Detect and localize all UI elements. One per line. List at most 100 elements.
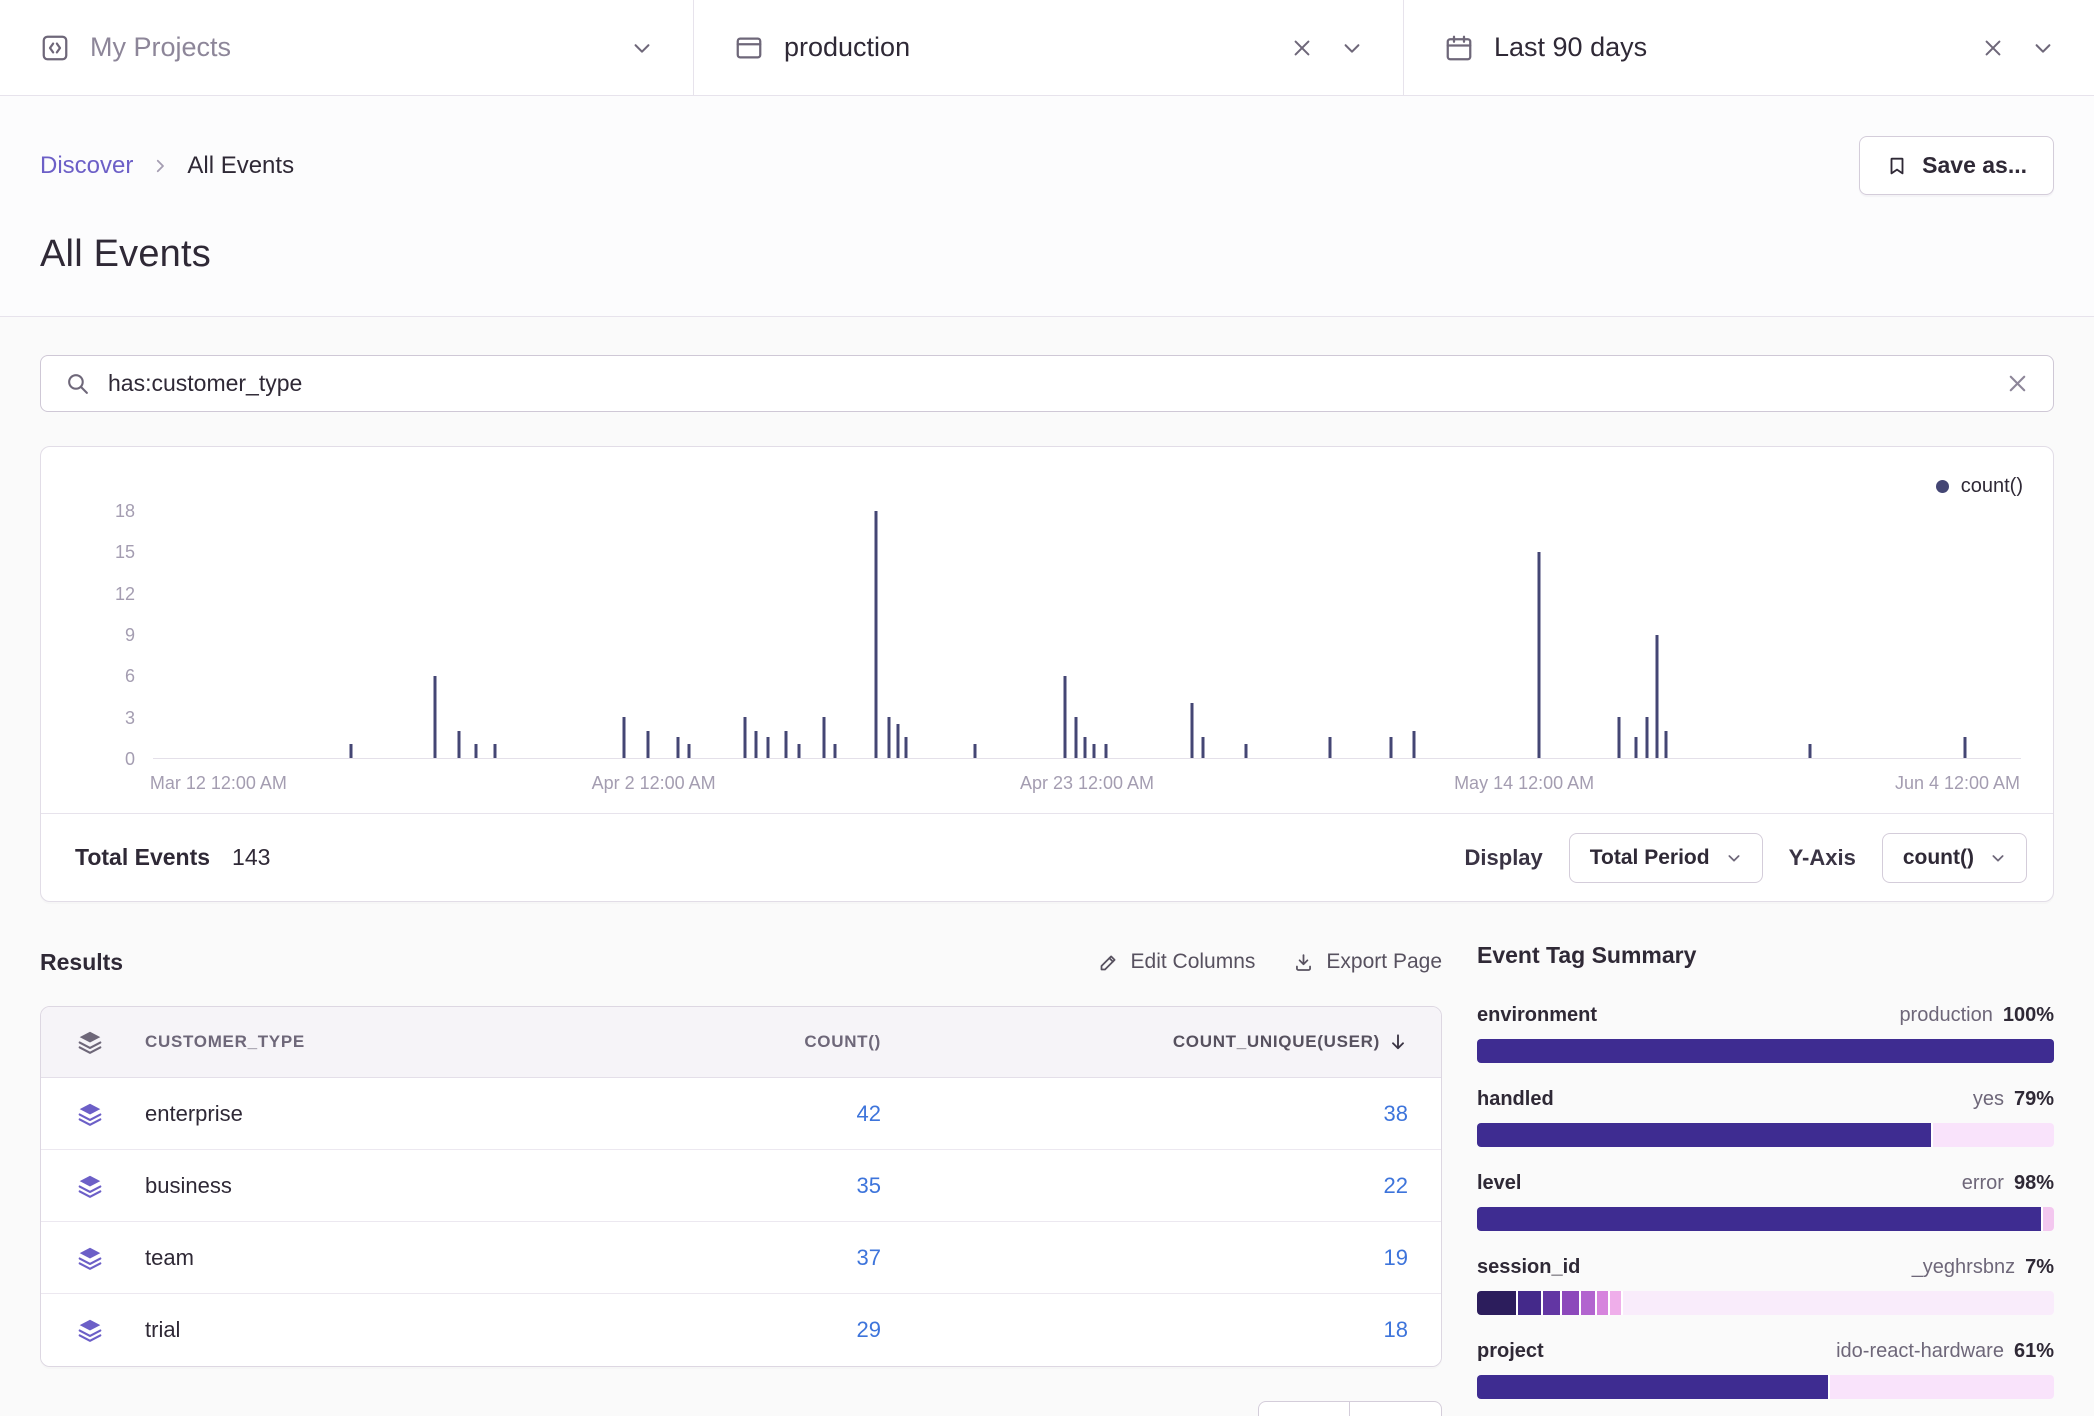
- previous-page-button[interactable]: [1258, 1401, 1350, 1416]
- projects-icon: [40, 33, 70, 63]
- tag-bar-segment[interactable]: [1543, 1291, 1560, 1315]
- environment-selector-label: production: [784, 32, 910, 63]
- column-header-count[interactable]: COUNT(): [551, 1032, 881, 1052]
- tag-bar-segment[interactable]: [1610, 1291, 1621, 1315]
- tag-bar-segment[interactable]: [1477, 1291, 1516, 1315]
- count-unique-cell[interactable]: 18: [881, 1317, 1441, 1343]
- tag-bar-segment[interactable]: [1477, 1123, 1931, 1147]
- tag-summary-block: projectido-react-hardware61%: [1477, 1339, 2054, 1399]
- chart-bar: [493, 744, 496, 758]
- chevron-down-icon[interactable]: [1341, 37, 1363, 59]
- customer-type-cell: business: [125, 1173, 551, 1199]
- clear-search-icon[interactable]: [2006, 372, 2029, 395]
- table-row: enterprise4238: [41, 1078, 1441, 1150]
- tag-bar-segment[interactable]: [1597, 1291, 1608, 1315]
- tag-bar-segment[interactable]: [1518, 1291, 1541, 1315]
- chart-bar: [1808, 744, 1811, 758]
- tag-top-value: yes: [1973, 1088, 2004, 1110]
- tag-summary-list: environmentproduction100%handledyes79%le…: [1477, 1003, 2054, 1399]
- tag-distribution-bar: [1477, 1039, 2054, 1063]
- chart-bar: [1328, 737, 1331, 758]
- search-input[interactable]: [108, 370, 1988, 397]
- tag-bar-segment[interactable]: [1933, 1123, 2054, 1147]
- column-header-customer-type[interactable]: CUSTOMER_TYPE: [125, 1032, 551, 1052]
- count-cell[interactable]: 29: [551, 1317, 881, 1343]
- chevron-down-icon[interactable]: [2032, 37, 2054, 59]
- top-navigation-bar: My Projects production Last 90 days: [0, 0, 2094, 96]
- tag-top-value: ido-react-hardware: [1836, 1340, 2004, 1362]
- column-header-count-unique[interactable]: COUNT_UNIQUE(USER): [881, 1032, 1441, 1052]
- breadcrumb-discover-link[interactable]: Discover: [40, 152, 133, 180]
- environment-selector[interactable]: production: [694, 0, 1403, 95]
- chart-bar: [874, 511, 877, 758]
- main-content: count() 0369121518 Mar 12 12:00 AMApr 2 …: [0, 317, 2094, 1416]
- count-unique-cell[interactable]: 22: [881, 1173, 1441, 1199]
- stack-icon: [41, 1245, 125, 1271]
- chart-bar: [1646, 717, 1649, 758]
- download-icon: [1293, 952, 1314, 973]
- tag-bar-segment[interactable]: [1623, 1291, 2054, 1315]
- count-unique-cell[interactable]: 38: [881, 1101, 1441, 1127]
- calendar-icon: [1444, 33, 1474, 63]
- display-mode-dropdown[interactable]: Total Period: [1569, 833, 1763, 883]
- chart-bar: [1190, 703, 1193, 758]
- stack-icon: [41, 1029, 125, 1055]
- project-selector-label: My Projects: [90, 32, 231, 63]
- x-axis-tick-label: Mar 12 12:00 AM: [150, 773, 287, 794]
- tag-bar-segment[interactable]: [2043, 1207, 2054, 1231]
- chart-y-axis: 0369121518: [65, 511, 135, 759]
- tag-bar-segment[interactable]: [1562, 1291, 1579, 1315]
- count-cell[interactable]: 42: [551, 1101, 881, 1127]
- tag-name: project: [1477, 1339, 1544, 1363]
- y-axis-tick-label: 12: [115, 585, 135, 603]
- legend-series-label: count(): [1961, 475, 2023, 498]
- chart-bar: [1244, 744, 1247, 758]
- tag-distribution-bar: [1477, 1123, 2054, 1147]
- chart-bar: [904, 737, 907, 758]
- tag-summary-block: session_id_yeghrsbnz7%: [1477, 1255, 2054, 1315]
- count-cell[interactable]: 37: [551, 1245, 881, 1271]
- display-label: Display: [1465, 845, 1543, 871]
- clear-environment-icon[interactable]: [1291, 37, 1313, 59]
- stack-icon: [41, 1101, 125, 1127]
- breadcrumb-chevron-icon: [151, 157, 169, 175]
- stack-icon: [41, 1317, 125, 1343]
- tag-distribution-bar: [1477, 1291, 2054, 1315]
- next-page-button[interactable]: [1350, 1401, 1442, 1416]
- chart-bar: [676, 737, 679, 758]
- y-axis-dropdown[interactable]: count(): [1882, 833, 2027, 883]
- tag-bar-segment[interactable]: [1477, 1375, 1828, 1399]
- tag-bar-segment[interactable]: [1581, 1291, 1595, 1315]
- search-icon: [65, 371, 90, 396]
- chart-bar: [1618, 717, 1621, 758]
- breadcrumb-current: All Events: [187, 152, 294, 180]
- chart-bar: [833, 744, 836, 758]
- y-axis-tick-label: 3: [125, 709, 135, 727]
- chart-bar: [1655, 635, 1658, 759]
- x-axis-tick-label: May 14 12:00 AM: [1454, 773, 1594, 794]
- clear-date-range-icon[interactable]: [1982, 37, 2004, 59]
- export-page-button[interactable]: Export Page: [1293, 950, 1442, 974]
- project-selector[interactable]: My Projects: [0, 0, 693, 95]
- page-header: Discover All Events Save as... All Event…: [0, 96, 2094, 317]
- tag-bar-segment[interactable]: [1477, 1207, 2041, 1231]
- date-range-label: Last 90 days: [1494, 32, 1647, 63]
- date-range-selector[interactable]: Last 90 days: [1404, 0, 2094, 95]
- edit-columns-label: Edit Columns: [1131, 950, 1256, 974]
- tag-top-percent: 98%: [2014, 1172, 2054, 1194]
- search-bar: [40, 355, 2054, 412]
- chart-bar: [1093, 744, 1096, 758]
- count-unique-cell[interactable]: 19: [881, 1245, 1441, 1271]
- tag-name: session_id: [1477, 1255, 1580, 1279]
- chart-bar: [1201, 737, 1204, 758]
- edit-columns-button[interactable]: Edit Columns: [1098, 950, 1256, 974]
- display-mode-value: Total Period: [1590, 846, 1710, 870]
- chart-bar: [1084, 737, 1087, 758]
- sort-descending-icon: [1388, 1032, 1408, 1052]
- count-cell[interactable]: 35: [551, 1173, 881, 1199]
- tag-bar-segment[interactable]: [1477, 1039, 2054, 1063]
- chevron-down-icon[interactable]: [631, 37, 653, 59]
- save-as-button[interactable]: Save as...: [1859, 136, 2054, 195]
- tag-top-value: _yeghrsbnz: [1912, 1256, 2015, 1278]
- tag-bar-segment[interactable]: [1830, 1375, 2054, 1399]
